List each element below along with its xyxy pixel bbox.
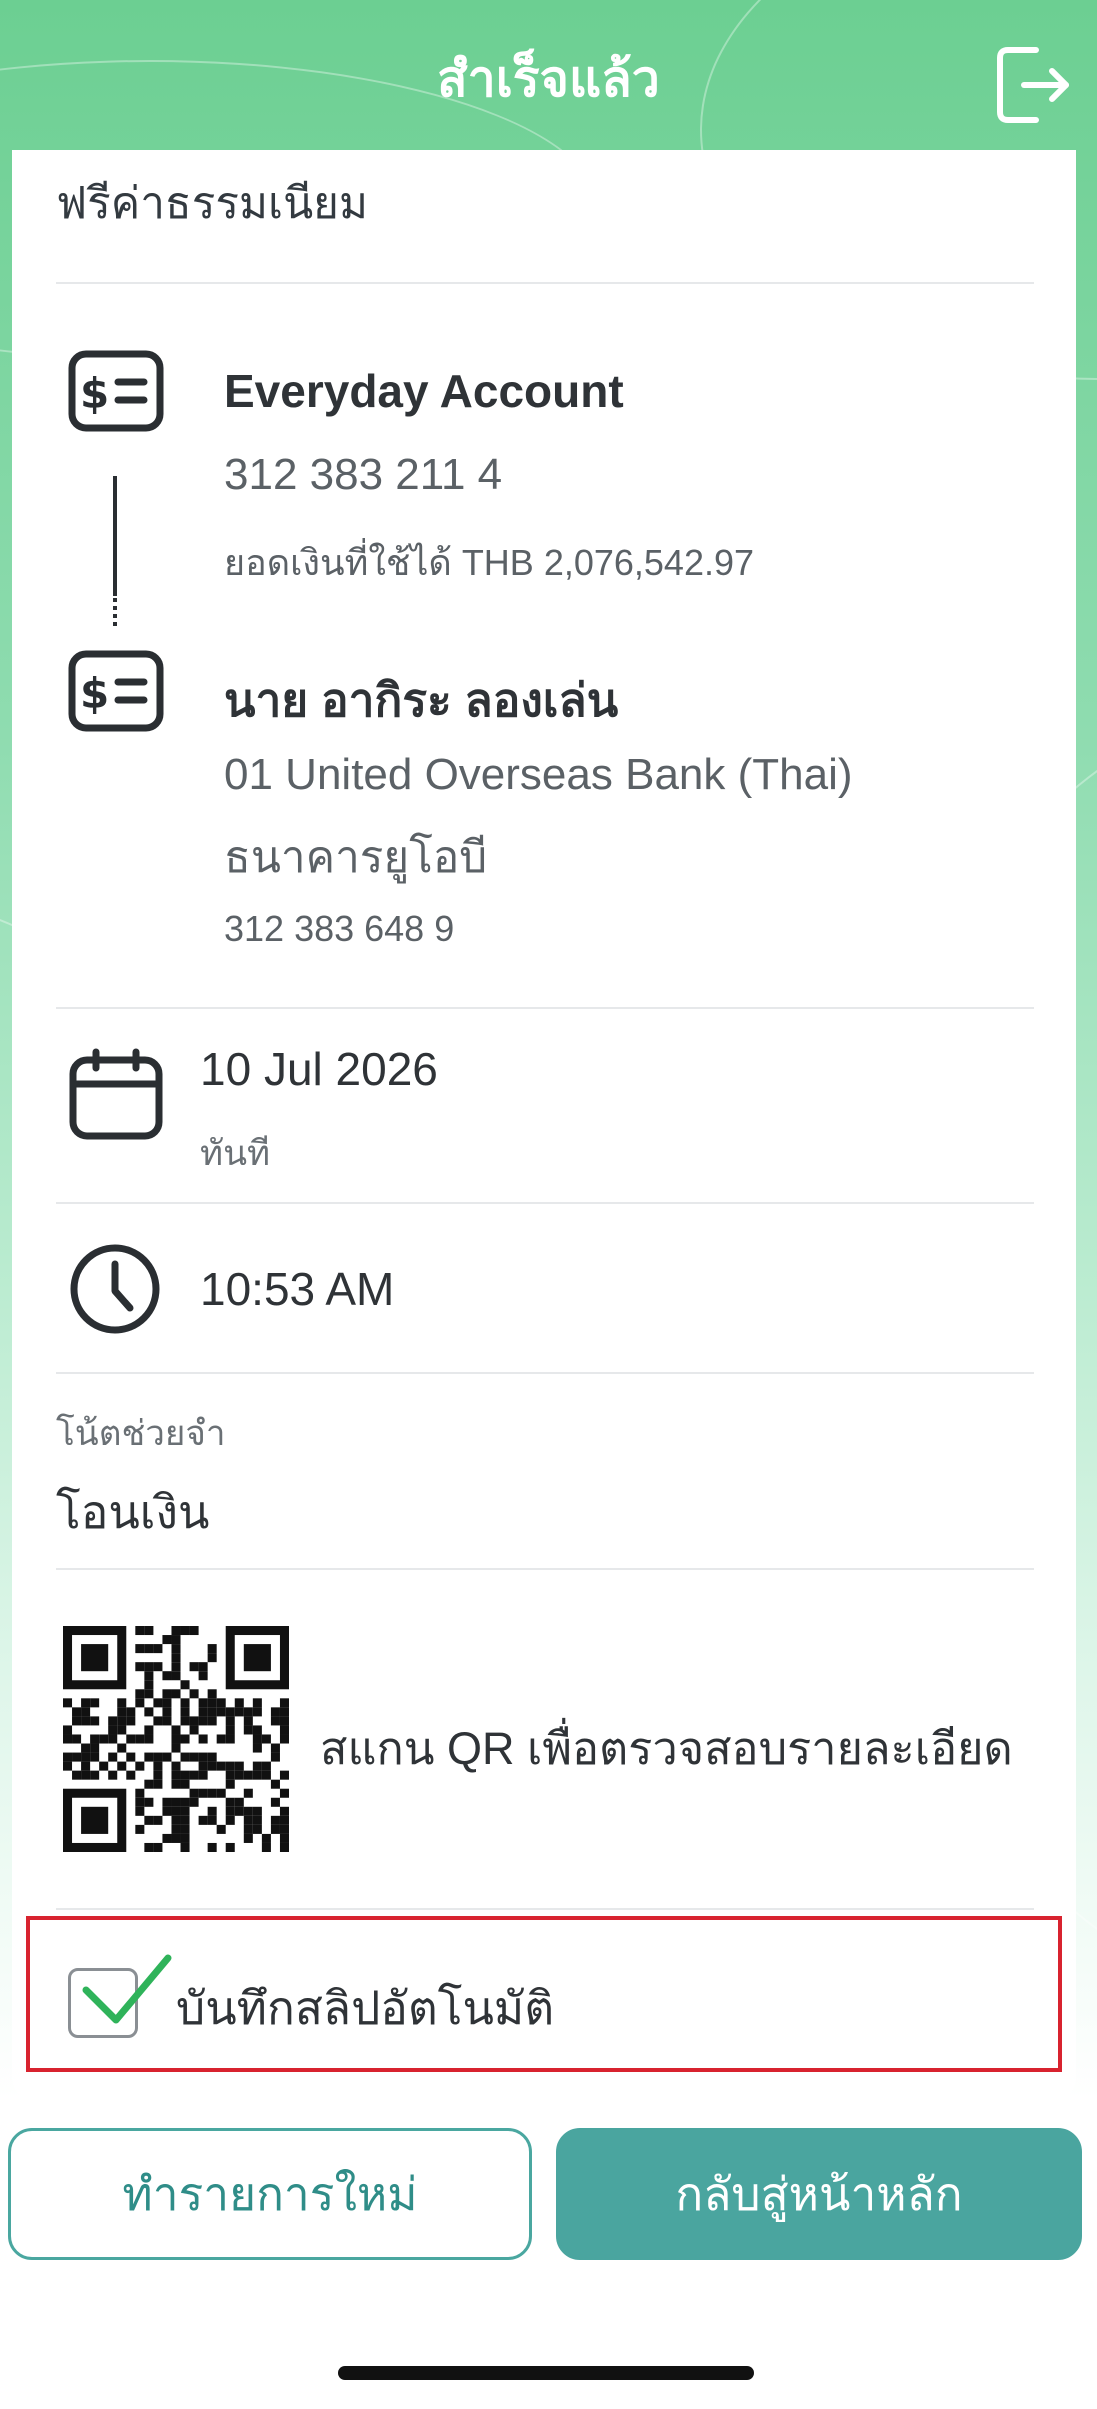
from-account-number: 312 383 211 4: [224, 450, 503, 499]
money-account-icon: $: [68, 650, 164, 732]
divider: [56, 1007, 1034, 1009]
to-bank-name-en: 01 United Overseas Bank (Thai): [224, 750, 853, 799]
qr-instruction: สแกน QR เพื่อตรวจสอบรายละเอียด: [320, 1723, 1013, 1774]
from-account-balance: ยอดเงินที่ใช้ได้ THB 2,076,542.97: [224, 542, 755, 583]
clock-icon: [70, 1244, 160, 1334]
fee-text: ฟรีค่าธรรมเนียม: [56, 179, 368, 228]
to-account-name: นาย อากิระ ลองเล่น: [224, 674, 619, 726]
from-account-name: Everyday Account: [224, 365, 624, 417]
checkmark-icon: [82, 1954, 172, 2024]
to-bank-name-th: ธนาคารยูโอบี: [224, 833, 488, 882]
new-transaction-button[interactable]: ทำรายการใหม่: [8, 2128, 532, 2260]
calendar-icon: [69, 1048, 163, 1140]
transfer-connector: [113, 476, 117, 596]
svg-text:$: $: [80, 669, 109, 718]
transfer-connector-dots: [113, 598, 117, 628]
svg-text:$: $: [80, 369, 109, 418]
auto-save-label: บันทึกสลิปอัตโนมัติ: [176, 1982, 555, 2034]
money-account-icon: $: [68, 350, 164, 432]
transaction-time: 10:53 AM: [200, 1263, 395, 1315]
divider: [56, 1568, 1034, 1570]
qr-code[interactable]: [62, 1626, 290, 1852]
to-account-number: 312 383 648 9: [224, 908, 455, 949]
home-indicator: [338, 2366, 754, 2380]
divider: [56, 1908, 1034, 1910]
note-label: โน้ตช่วยจำ: [56, 1414, 226, 1453]
back-to-home-button[interactable]: กลับสู่หน้าหลัก: [556, 2128, 1082, 2260]
logout-icon[interactable]: [996, 44, 1072, 126]
note-value: โอนเงิน: [56, 1486, 210, 1538]
page-title: สำเร็จแล้ว: [437, 51, 660, 107]
transaction-date-sub: ทันที: [200, 1134, 271, 1173]
divider: [56, 1372, 1034, 1374]
transaction-date: 10 Jul 2026: [200, 1043, 438, 1095]
divider: [56, 1202, 1034, 1204]
screen: สำเร็จแล้ว ฟรีค่าธรรมเนียม $ Everyday Ac…: [0, 0, 1097, 2409]
divider: [56, 282, 1034, 284]
